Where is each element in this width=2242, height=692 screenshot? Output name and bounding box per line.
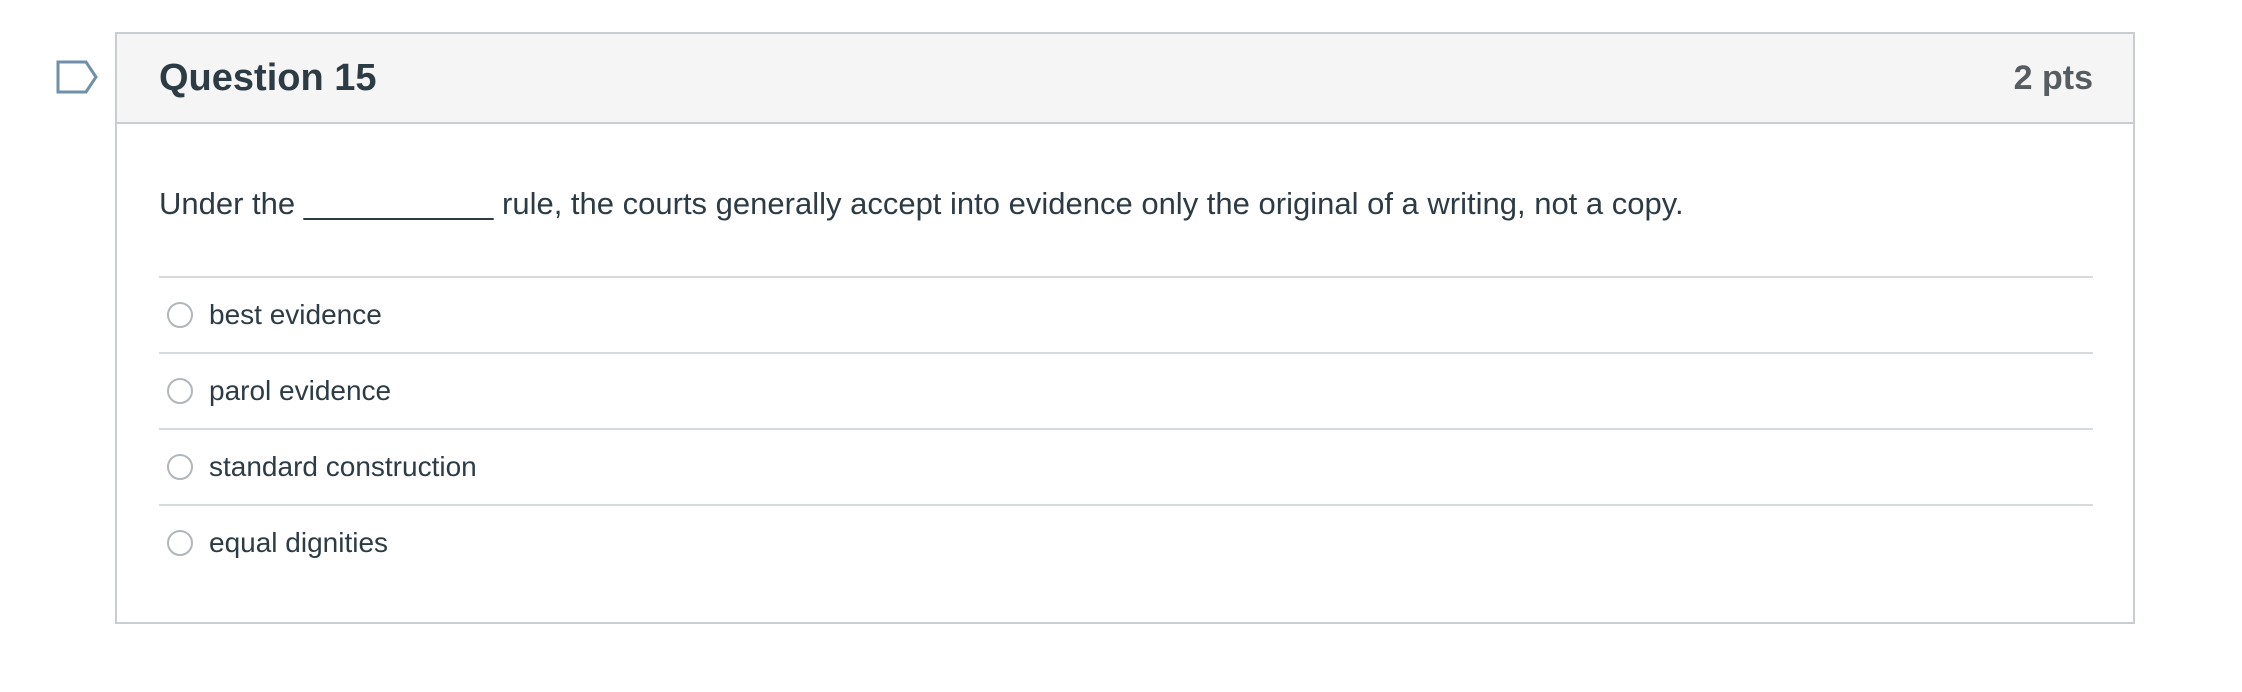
- question-title: Question 15: [159, 56, 377, 99]
- answer-list: best evidence parol evidence standard co…: [159, 276, 2093, 580]
- question-body: Under the ___________ rule, the courts g…: [117, 184, 2133, 580]
- question-points: 2 pts: [2013, 58, 2093, 97]
- answer-option[interactable]: parol evidence: [159, 352, 2093, 428]
- answer-label: best evidence: [209, 299, 382, 330]
- radio-button[interactable]: [167, 378, 193, 404]
- question-text: Under the ___________ rule, the courts g…: [159, 186, 1684, 221]
- answer-option[interactable]: equal dignities: [159, 504, 2093, 580]
- radio-button[interactable]: [167, 454, 193, 480]
- answer-label: parol evidence: [209, 375, 392, 406]
- radio-button[interactable]: [167, 302, 193, 328]
- answer-label: standard construction: [209, 451, 477, 482]
- answer-option[interactable]: standard construction: [159, 428, 2093, 504]
- answer-option[interactable]: best evidence: [159, 276, 2093, 352]
- radio-button[interactable]: [167, 530, 193, 556]
- question-header: Question 15 2 pts: [117, 34, 2133, 124]
- answer-label: equal dignities: [209, 527, 389, 558]
- flag-question-icon[interactable]: [56, 60, 98, 94]
- question-card: Question 15 2 pts Under the ___________ …: [115, 32, 2135, 624]
